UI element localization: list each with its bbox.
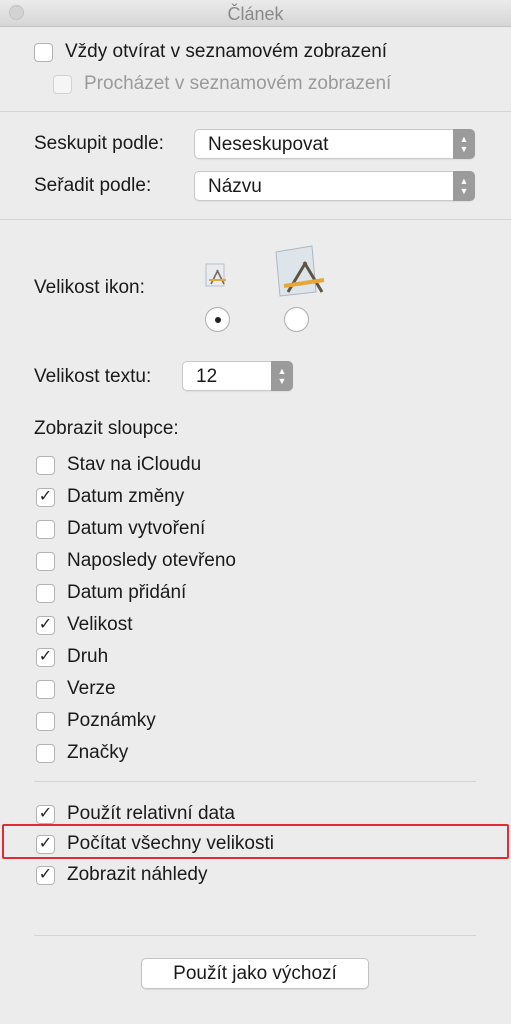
column-checkbox[interactable]: [36, 519, 55, 539]
browse-list-view-checkbox: [53, 74, 72, 94]
divider: [0, 111, 511, 112]
relative-dates-option[interactable]: ✓ Použít relativní data: [36, 802, 235, 826]
popup-stepper-icon: ▲ ▼: [271, 361, 293, 391]
column-checkbox[interactable]: ✓: [36, 487, 55, 507]
always-open-list-view-option[interactable]: Vždy otvírat v seznamovém zobrazení: [34, 40, 387, 64]
browse-list-view-option: Procházet v seznamovém zobrazení: [53, 72, 391, 96]
column-label: Datum přidání: [67, 582, 187, 603]
text-size-popup[interactable]: 12 ▲ ▼: [182, 361, 293, 391]
popup-stepper-icon: ▲ ▼: [453, 129, 475, 159]
relative-dates-checkbox[interactable]: ✓: [36, 804, 55, 824]
column-label: Stav na iCloudu: [67, 454, 202, 475]
column-label: Značky: [67, 742, 129, 763]
check-icon: ✓: [38, 805, 53, 822]
relative-dates-label: Použít relativní data: [67, 803, 235, 824]
column-option[interactable]: Stav na iCloudu: [36, 453, 201, 477]
column-option[interactable]: ✓ Velikost: [36, 613, 132, 637]
divider: [0, 219, 511, 220]
check-icon: ✓: [38, 616, 53, 633]
use-as-defaults-button[interactable]: Použít jako výchozí: [141, 958, 369, 989]
always-open-list-view-label: Vždy otvírat v seznamovém zobrazení: [65, 41, 388, 62]
column-label: Verze: [67, 678, 116, 699]
column-checkbox[interactable]: ✓: [36, 647, 55, 667]
always-open-list-view-checkbox[interactable]: [34, 42, 53, 62]
column-option[interactable]: Datum vytvoření: [36, 517, 205, 541]
column-option[interactable]: ✓ Druh: [36, 645, 108, 669]
group-by-popup[interactable]: Neseskupovat ▲ ▼: [194, 129, 475, 159]
column-checkbox[interactable]: [36, 583, 55, 603]
radio-selected-dot: [214, 316, 221, 323]
check-icon: ✓: [38, 488, 53, 505]
divider: [34, 781, 476, 782]
column-option[interactable]: Verze: [36, 677, 116, 701]
browse-list-view-label: Procházet v seznamovém zobrazení: [84, 73, 392, 94]
sort-by-popup[interactable]: Názvu ▲ ▼: [194, 171, 475, 201]
column-label: Naposledy otevřeno: [67, 550, 236, 571]
sort-by-value: Názvu: [208, 176, 262, 197]
column-label: Datum vytvoření: [67, 518, 206, 539]
column-checkbox[interactable]: [36, 679, 55, 699]
column-checkbox[interactable]: ✓: [36, 615, 55, 635]
column-option[interactable]: Datum přidání: [36, 581, 186, 605]
text-size-label: Velikost textu:: [34, 366, 152, 387]
column-label: Velikost: [67, 614, 133, 635]
title-bar: Článek: [0, 0, 511, 27]
show-previews-option[interactable]: ✓ Zobrazit náhledy: [36, 863, 207, 887]
column-option[interactable]: Naposledy otevřeno: [36, 549, 236, 573]
group-by-label: Seskupit podle:: [34, 133, 164, 154]
column-option[interactable]: Poznámky: [36, 709, 156, 733]
small-icon-size-radio[interactable]: [205, 307, 230, 332]
group-by-value: Neseskupovat: [208, 134, 329, 155]
show-previews-label: Zobrazit náhledy: [67, 864, 208, 885]
column-label: Datum změny: [67, 486, 185, 507]
check-icon: ✓: [38, 648, 53, 665]
large-icon-size-radio[interactable]: [284, 307, 309, 332]
show-previews-checkbox[interactable]: ✓: [36, 865, 55, 885]
column-option[interactable]: ✓ Datum změny: [36, 485, 184, 509]
column-option[interactable]: Značky: [36, 741, 128, 765]
column-label: Druh: [67, 646, 109, 667]
sort-by-label: Seřadit podle:: [34, 175, 152, 196]
column-checkbox[interactable]: [36, 711, 55, 731]
divider: [34, 935, 476, 936]
icon-size-label: Velikost ikon:: [34, 277, 145, 298]
small-app-icon: [204, 262, 230, 295]
column-checkbox[interactable]: [36, 455, 55, 475]
window-title: Článek: [227, 4, 284, 24]
check-icon: ✓: [38, 866, 53, 883]
highlight-annotation: [2, 824, 509, 859]
column-label: Poznámky: [67, 710, 156, 731]
popup-stepper-icon: ▲ ▼: [453, 171, 475, 201]
column-checkbox[interactable]: [36, 551, 55, 571]
column-checkbox[interactable]: [36, 743, 55, 763]
columns-label: Zobrazit sloupce:: [34, 418, 179, 439]
text-size-value: 12: [196, 366, 218, 387]
large-app-icon: [270, 242, 328, 305]
